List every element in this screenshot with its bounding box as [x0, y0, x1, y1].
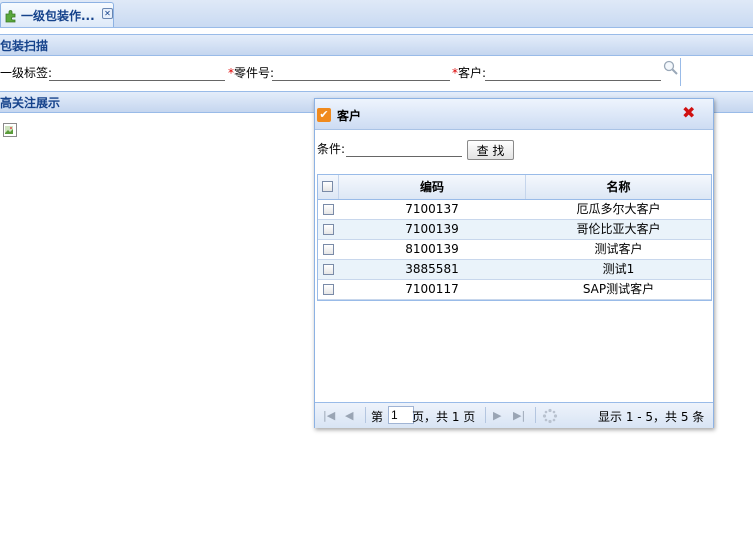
divider	[680, 58, 681, 86]
refresh-icon[interactable]	[542, 408, 558, 424]
table-row[interactable]: 8100139 测试客户	[318, 240, 711, 260]
row-checkbox[interactable]	[323, 264, 334, 275]
grid-body: 7100137 厄瓜多尔大客户 7100139 哥伦比亚大客户 8100139 测试客户 3…	[318, 200, 711, 300]
cell-name: 哥伦比亚大客户	[576, 222, 661, 236]
dialog-header[interactable]: ✔ 客户 ✖	[315, 99, 713, 130]
broken-image-icon	[3, 123, 17, 137]
row-checkbox[interactable]	[323, 224, 334, 235]
last-page-icon[interactable]: ▶|	[513, 409, 525, 422]
row-checkbox[interactable]	[323, 284, 334, 295]
cell-code: 3885581	[405, 262, 459, 276]
select-all-checkbox[interactable]	[322, 181, 333, 192]
part-no-input[interactable]	[272, 63, 450, 81]
close-icon[interactable]: ✕	[102, 8, 113, 19]
page-suffix: 页，共 1 页	[412, 410, 476, 424]
column-header-code[interactable]: 编码	[339, 175, 526, 199]
table-row[interactable]: 7100117 SAP测试客户	[318, 280, 711, 300]
page-prefix: 第	[371, 410, 384, 424]
search-icon[interactable]	[662, 59, 680, 77]
column-header-name[interactable]: 名称	[526, 175, 711, 199]
cell-code: 7100139	[405, 222, 459, 236]
scan-form: 一级标签: *零件号: *客户:	[0, 56, 753, 88]
cell-name: 测试客户	[594, 242, 643, 256]
cell-name: SAP测试客户	[582, 282, 655, 296]
row-checkbox[interactable]	[323, 204, 334, 215]
grid-header: 编码 名称	[318, 175, 711, 200]
cell-code: 8100139	[405, 242, 459, 256]
level1-tag-input[interactable]	[49, 63, 225, 81]
tab-packaging-op[interactable]: 一级包装作... ✕	[0, 2, 114, 27]
pager-separator	[365, 407, 366, 423]
page-number-input[interactable]	[388, 406, 414, 424]
row-checkbox[interactable]	[323, 244, 334, 255]
customer-grid: 编码 名称 7100137 厄瓜多尔大客户 7100139 哥伦比亚大客户 810013…	[317, 174, 712, 301]
check-icon: ✔	[317, 108, 331, 122]
cell-name: 厄瓜多尔大客户	[576, 202, 661, 216]
part-no-text: 零件号:	[234, 66, 275, 80]
tab-bar: 一级包装作... ✕	[0, 0, 753, 28]
label-level1-tag: 一级标签:	[0, 66, 53, 80]
tab-label: 一级包装作...	[21, 9, 95, 23]
dialog-title: 客户	[337, 109, 362, 123]
find-button[interactable]: 查 找	[467, 140, 514, 160]
customer-dialog: ✔ 客户 ✖ 条件: 查 找 编码 名称 7100137 厄瓜多尔大客户 71001…	[314, 98, 714, 428]
select-all-cell	[318, 175, 339, 199]
puzzle-icon	[5, 10, 16, 23]
customer-text: 客户:	[458, 66, 487, 80]
label-part-no: *零件号:	[228, 64, 274, 81]
table-row[interactable]: 3885581 测试1	[318, 260, 711, 280]
pager: |◀ ◀ 第 页，共 1 页 ▶ ▶| 显示 1 - 5，共 5 条	[315, 402, 713, 428]
cell-code: 7100117	[405, 282, 459, 296]
condition-input[interactable]	[346, 139, 462, 157]
label-customer: *客户:	[452, 64, 486, 81]
table-row[interactable]: 7100139 哥伦比亚大客户	[318, 220, 711, 240]
display-panel-title: 高关注展示	[0, 96, 61, 110]
prev-page-icon[interactable]: ◀	[345, 409, 353, 422]
close-icon[interactable]: ✖	[682, 105, 695, 121]
scan-panel-header[interactable]: 包装扫描	[0, 34, 753, 56]
pager-separator	[485, 407, 486, 423]
customer-input[interactable]	[485, 63, 661, 81]
cell-code: 7100137	[405, 202, 459, 216]
first-page-icon[interactable]: |◀	[323, 409, 335, 422]
cell-name: 测试1	[602, 262, 635, 276]
condition-label: 条件:	[317, 142, 346, 156]
table-row[interactable]: 7100137 厄瓜多尔大客户	[318, 200, 711, 220]
pager-separator	[535, 407, 536, 423]
next-page-icon[interactable]: ▶	[493, 409, 501, 422]
scan-panel-title: 包装扫描	[0, 39, 49, 53]
display-info: 显示 1 - 5，共 5 条	[598, 410, 705, 424]
